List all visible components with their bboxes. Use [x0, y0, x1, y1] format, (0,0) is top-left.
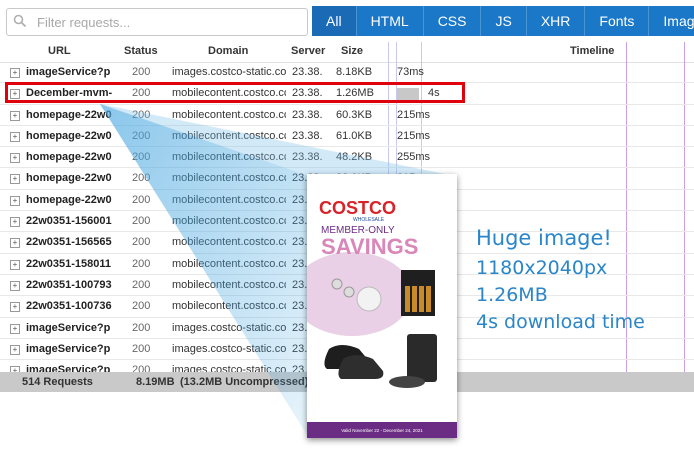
callout-size: 1.26MB	[476, 284, 548, 306]
batteries-icon	[401, 270, 435, 316]
callout-title: Huge image!	[476, 226, 612, 250]
flyer-line2: SAVINGS	[321, 234, 418, 259]
callout-time: 4s download time	[476, 311, 645, 333]
flyer-brand-sub: WHOLESALE	[353, 217, 385, 223]
flyer-valid: Valid November 22 - December 24, 2021	[341, 428, 423, 433]
callout-dimensions: 1180x2040px	[476, 257, 608, 279]
callout: Huge image! 1180x2040px 1.26MB 4s downlo…	[476, 226, 645, 333]
flyer-brand: COSTCO	[319, 198, 396, 218]
flyer-image: COSTCO WHOLESALE MEMBER-ONLY SAVINGS Val…	[292, 174, 457, 438]
flyer-art: COSTCO WHOLESALE MEMBER-ONLY SAVINGS Val…	[292, 174, 457, 438]
